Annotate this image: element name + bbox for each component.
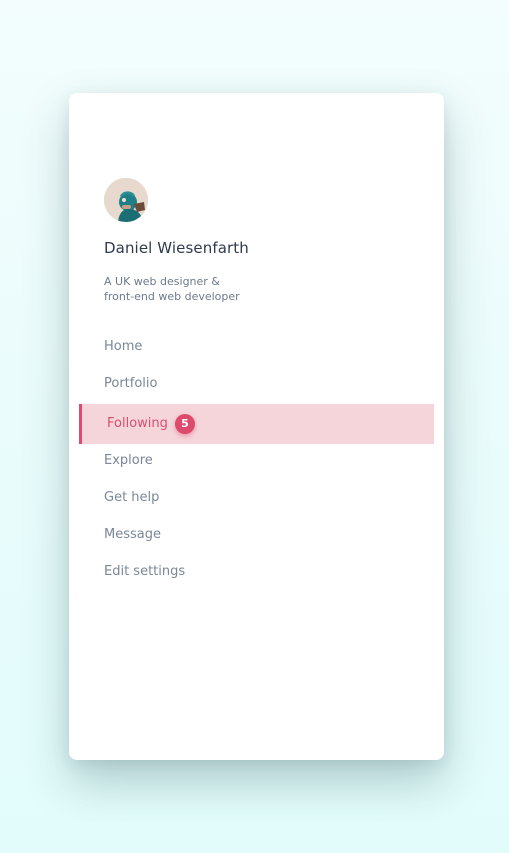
nav-item-label: Message <box>104 527 161 542</box>
nav-item-label: Following <box>107 416 168 431</box>
avatar[interactable] <box>104 178 148 222</box>
notification-count-badge: 5 <box>175 414 195 434</box>
nav-item-following[interactable]: Following 5 <box>79 404 434 444</box>
nav-item-edit-settings[interactable]: Edit settings <box>104 562 185 582</box>
nav-item-explore[interactable]: Explore <box>104 451 153 471</box>
nav-item-portfolio[interactable]: Portfolio <box>104 374 157 394</box>
nav-item-get-help[interactable]: Get help <box>104 488 159 508</box>
nav-item-label: Get help <box>104 490 160 505</box>
nav-item-message[interactable]: Message <box>104 525 161 545</box>
profile-menu-card: Daniel Wiesenfarth A UK web designer & f… <box>69 93 444 760</box>
profile-bio: A UK web designer & front-end web develo… <box>104 274 304 304</box>
avatar-illustration-icon <box>104 178 148 222</box>
bio-line-2: front-end web developer <box>104 290 240 303</box>
nav-item-label: Home <box>104 339 143 354</box>
nav-item-label: Explore <box>104 453 153 468</box>
nav-item-home[interactable]: Home <box>104 337 142 357</box>
bio-line-1: A UK web designer & <box>104 275 220 288</box>
nav-item-label: Portfolio <box>104 376 158 391</box>
profile-name: Daniel Wiesenfarth <box>104 239 249 257</box>
nav-item-label: Edit settings <box>104 564 186 579</box>
